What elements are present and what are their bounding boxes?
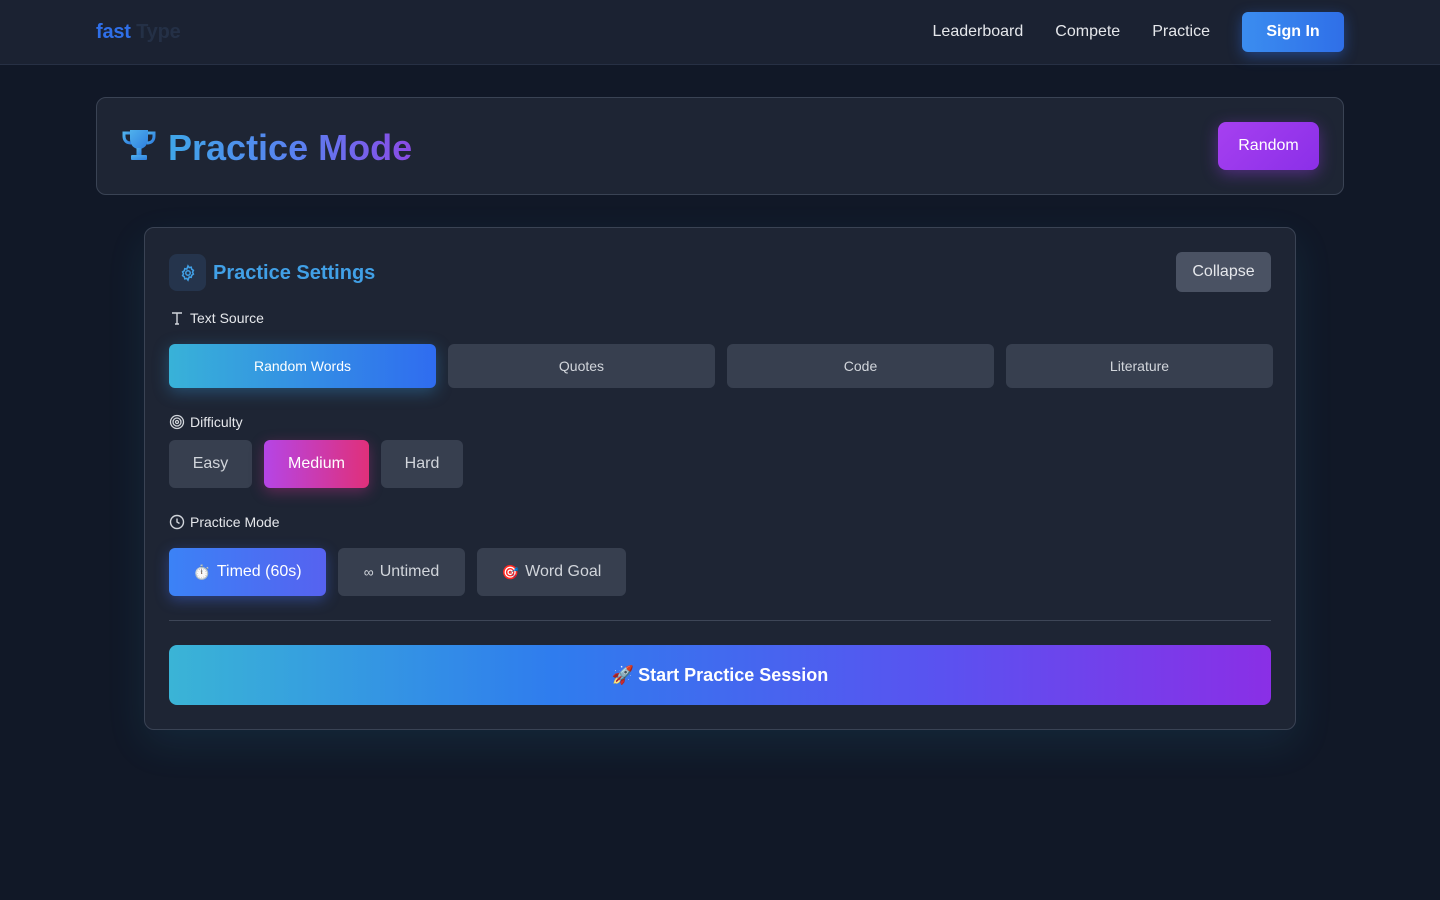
practice-settings-panel: Practice Settings Collapse Text Source R… [144, 227, 1296, 730]
stopwatch-icon: ⏱️ [193, 563, 211, 580]
practice-mode-options: ⏱️ Timed (60s) ∞ Untimed 🎯 Word Goal [169, 548, 638, 596]
source-code[interactable]: Code [727, 344, 994, 388]
infinity-icon: ∞ [363, 564, 374, 580]
nav-link-compete[interactable]: Compete [1055, 23, 1120, 41]
logo-part-fast: fast [96, 21, 131, 43]
settings-title: Practice Settings [213, 262, 376, 284]
practice-mode-label: Practice Mode [169, 514, 279, 530]
source-literature[interactable]: Literature [1006, 344, 1273, 388]
source-random-words[interactable]: Random Words [169, 344, 436, 388]
difficulty-hard[interactable]: Hard [381, 440, 463, 488]
text-source-options: Random Words Quotes Code Literature [169, 344, 1273, 388]
logo-part-type: Type [136, 21, 181, 43]
divider [169, 620, 1271, 621]
page-title: Practice Mode [168, 127, 413, 168]
clock-icon [169, 514, 185, 530]
difficulty-options: Easy Medium Hard [169, 440, 475, 488]
collapse-button[interactable]: Collapse [1176, 252, 1271, 292]
text-source-label-text: Text Source [190, 310, 264, 326]
source-quotes[interactable]: Quotes [448, 344, 715, 388]
nav-link-leaderboard[interactable]: Leaderboard [933, 23, 1024, 41]
difficulty-label-text: Difficulty [190, 414, 243, 430]
practice-mode-header: Practice Mode Random [96, 97, 1344, 195]
logo[interactable]: fast Type [96, 21, 181, 44]
sign-in-button[interactable]: Sign In [1242, 12, 1344, 52]
gear-icon [181, 263, 194, 282]
top-nav: fast Type Leaderboard Compete Practice S… [0, 0, 1440, 65]
mode-word-goal-label: Word Goal [525, 563, 602, 580]
nav-links: Leaderboard Compete Practice Sign In [933, 12, 1344, 52]
text-icon [172, 312, 182, 325]
mode-untimed-label: Untimed [379, 563, 440, 580]
nav-link-practice[interactable]: Practice [1152, 23, 1210, 41]
difficulty-label: Difficulty [169, 414, 243, 430]
difficulty-medium[interactable]: Medium [264, 440, 369, 488]
mode-word-goal[interactable]: 🎯 Word Goal [477, 548, 626, 596]
mode-timed[interactable]: ⏱️ Timed (60s) [169, 548, 326, 596]
text-source-label: Text Source [169, 310, 264, 326]
settings-icon-box [169, 254, 206, 291]
rocket-icon: 🚀 [611, 664, 635, 685]
target-icon [169, 414, 185, 430]
start-practice-button[interactable]: 🚀 Start Practice Session [169, 645, 1271, 705]
mode-timed-label: Timed (60s) [216, 563, 302, 580]
dart-target-icon: 🎯 [501, 563, 520, 580]
practice-mode-label-text: Practice Mode [190, 514, 280, 530]
trophy-icon [122, 130, 156, 160]
random-button[interactable]: Random [1218, 122, 1319, 170]
mode-untimed[interactable]: ∞ Untimed [338, 548, 465, 596]
start-practice-label: Start Practice Session [638, 664, 829, 685]
difficulty-easy[interactable]: Easy [169, 440, 252, 488]
